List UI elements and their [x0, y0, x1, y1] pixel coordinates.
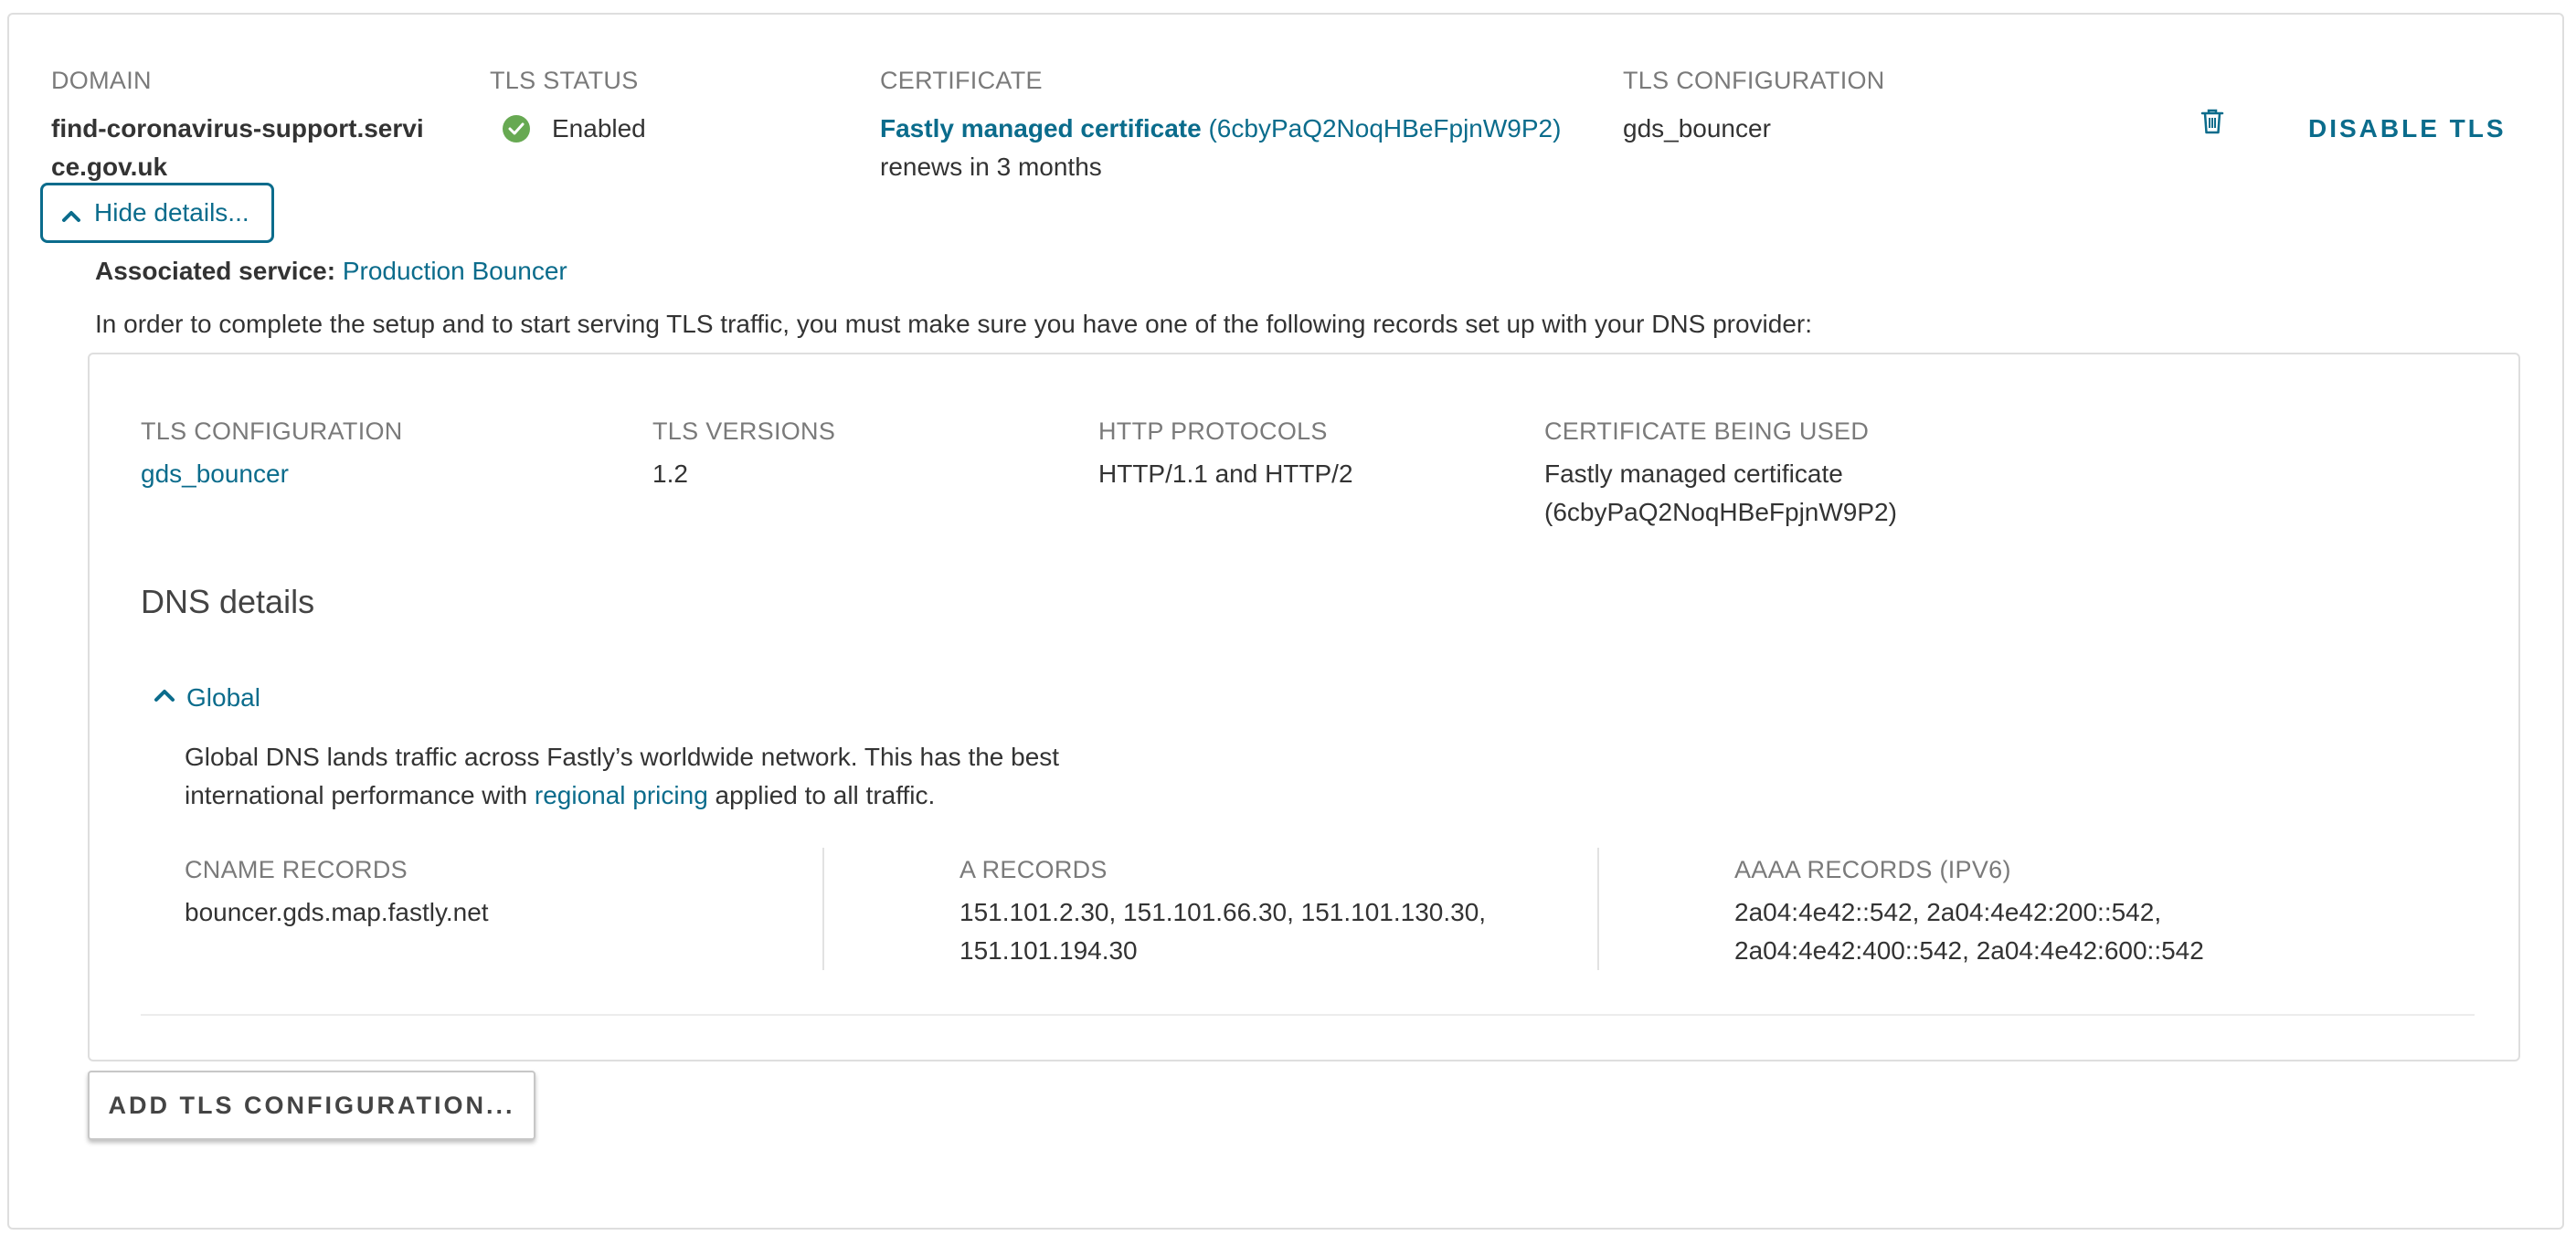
aaaa-records-line1: 2a04:4e42::542, 2a04:4e42:200::542,: [1734, 898, 2162, 926]
domain-name-line2: ce.gov.uk: [51, 153, 168, 181]
certificate-link[interactable]: Fastly managed certificate (6cbyPaQ2NoqH…: [880, 110, 1561, 148]
global-region-toggle[interactable]: Global: [154, 683, 260, 713]
add-tls-configuration-button[interactable]: ADD TLS CONFIGURATION...: [88, 1071, 535, 1140]
domain-column-label: DOMAIN: [51, 67, 152, 94]
tls-status-column-label: TLS STATUS: [490, 67, 639, 94]
associated-service-label: Associated service:: [95, 257, 336, 285]
config-certificate-line2: (6cbyPaQ2NoqHBeFpjnW9P2): [1544, 498, 1897, 526]
cname-records-label: CNAME RECORDS: [185, 856, 408, 883]
config-tls-versions-value: 1.2: [652, 459, 688, 488]
tls-status-value: Enabled: [552, 114, 646, 143]
aaaa-records-label: AAAA RECORDS (IPV6): [1734, 856, 2011, 883]
certificate-renewal: renews in 3 months: [880, 153, 1102, 181]
associated-service: Associated service: Production Bouncer: [95, 252, 567, 290]
global-region-label: Global: [186, 683, 260, 712]
config-certificate-line1: Fastly managed certificate: [1544, 459, 1843, 488]
config-tls-configuration-label: TLS CONFIGURATION: [141, 417, 403, 445]
records-bottom-divider: [141, 1014, 2475, 1016]
aaaa-records-line2: 2a04:4e42:400::542, 2a04:4e42:600::542: [1734, 936, 2204, 965]
tls-configuration-column-label: TLS CONFIGURATION: [1623, 67, 1885, 94]
associated-service-link[interactable]: Production Bouncer: [343, 257, 567, 285]
domain-name-line1: find-coronavirus-support.servi: [51, 114, 424, 143]
regional-pricing-link[interactable]: regional pricing: [535, 781, 708, 809]
dns-instructions: In order to complete the setup and to st…: [95, 310, 1813, 338]
chevron-up-icon: [154, 689, 175, 708]
global-dns-description-line2: international performance with regional …: [185, 776, 935, 815]
chevron-up-icon: [61, 187, 81, 242]
certificate-id[interactable]: (6cbyPaQ2NoqHBeFpjnW9P2): [1208, 114, 1561, 143]
records-divider: [822, 848, 824, 970]
disable-tls-button[interactable]: DISABLE TLS: [2308, 110, 2507, 148]
desc-text-pre: international performance with: [185, 781, 535, 809]
config-tls-configuration-link[interactable]: gds_bouncer: [141, 455, 289, 493]
certificate-column-label: CERTIFICATE: [880, 67, 1043, 94]
a-records-label: A RECORDS: [959, 856, 1108, 883]
cname-records-value: bouncer.gds.map.fastly.net: [185, 898, 489, 926]
global-dns-description-line1: Global DNS lands traffic across Fastly’s…: [185, 743, 1060, 771]
config-http-protocols-value: HTTP/1.1 and HTTP/2: [1098, 459, 1353, 488]
a-records-line2: 151.101.194.30: [959, 936, 1138, 965]
a-records-line1: 151.101.2.30, 151.101.66.30, 151.101.130…: [959, 898, 1487, 926]
config-certificate-label: CERTIFICATE BEING USED: [1544, 417, 1870, 445]
dns-details-title: DNS details: [141, 583, 315, 620]
records-divider: [1597, 848, 1599, 970]
certificate-name[interactable]: Fastly managed certificate: [880, 114, 1202, 143]
desc-text-post: applied to all traffic.: [707, 781, 936, 809]
config-http-protocols-label: HTTP PROTOCOLS: [1098, 417, 1328, 445]
hide-details-button[interactable]: Hide details...: [40, 183, 274, 243]
hide-details-label: Hide details...: [94, 198, 249, 227]
tls-configuration-value: gds_bouncer: [1623, 114, 1771, 143]
config-tls-versions-label: TLS VERSIONS: [652, 417, 836, 445]
check-circle-icon: [503, 115, 530, 147]
trash-icon[interactable]: [2200, 108, 2224, 140]
